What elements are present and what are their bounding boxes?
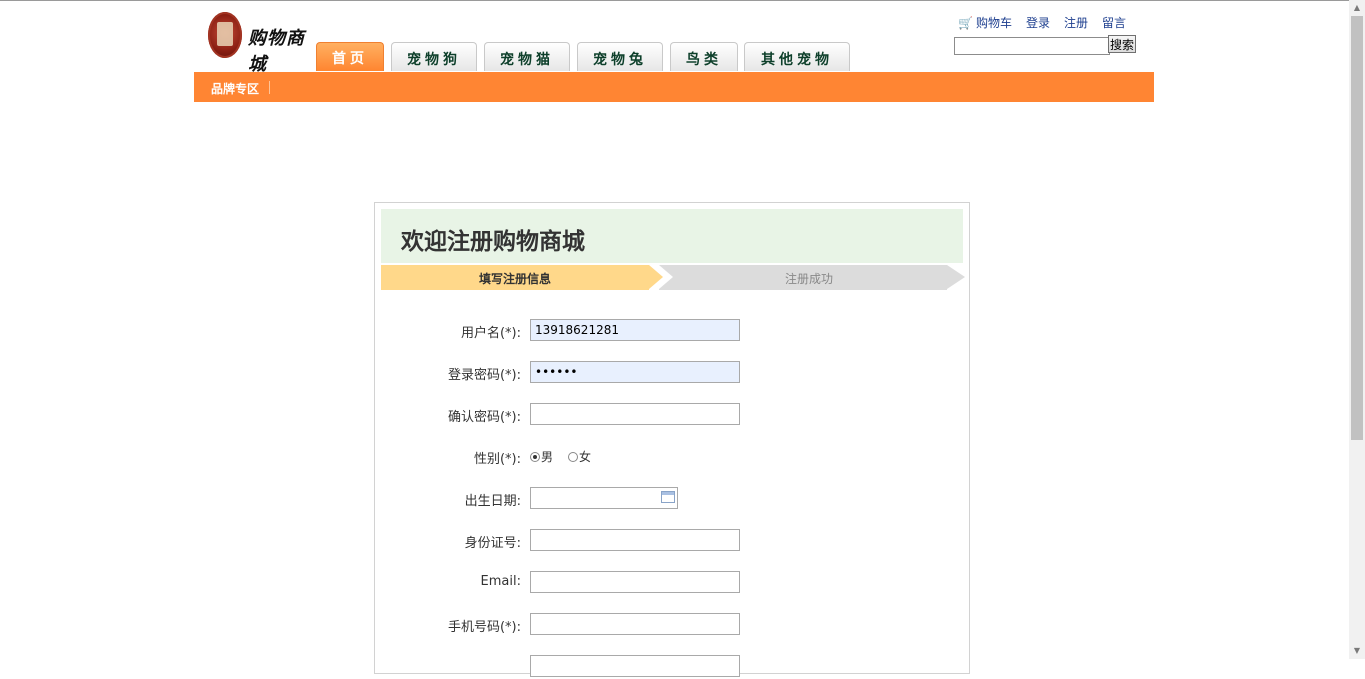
search-input[interactable] (954, 37, 1110, 55)
step-arrow (649, 265, 663, 289)
page-title: 欢迎注册购物商城 (401, 229, 585, 255)
tab-rabbits[interactable]: 宠物兔 (577, 42, 663, 71)
phone-input[interactable] (530, 613, 740, 635)
next-field-input[interactable] (530, 655, 740, 677)
brand-zone-link[interactable]: 品牌专区 (211, 80, 259, 97)
birthdate-input[interactable] (530, 487, 678, 509)
confirm-password-row: 确认密码(*): (375, 403, 969, 427)
password-label: 登录密码(*): (447, 368, 521, 383)
birthdate-label: 出生日期: (464, 494, 521, 509)
email-input[interactable] (530, 571, 740, 593)
tab-birds[interactable]: 鸟类 (670, 42, 738, 71)
tab-home[interactable]: 首页 (316, 42, 384, 71)
step-fill-info: 填写注册信息 (381, 265, 649, 290)
panel-header: 欢迎注册购物商城 (381, 209, 963, 263)
birthdate-row: 出生日期: (375, 487, 969, 511)
progress-steps: 注册成功 填写注册信息 (381, 265, 965, 290)
gender-male-radio[interactable]: 男 (530, 448, 553, 465)
logo-text: 购物商城 (248, 28, 305, 75)
tab-cats[interactable]: 宠物猫 (484, 42, 570, 71)
window-top-border (0, 0, 1349, 1)
email-row: Email: (375, 571, 969, 595)
scroll-down-icon[interactable]: ▼ (1349, 643, 1365, 659)
gender-row: 性别(*): 男 女 (375, 445, 969, 469)
confirm-password-input[interactable] (530, 403, 740, 425)
logo-seal-icon (208, 12, 242, 58)
idcard-input[interactable] (530, 529, 740, 551)
vertical-scrollbar[interactable]: ▲ ▼ (1349, 0, 1365, 659)
step-arrow (947, 265, 965, 289)
username-input[interactable] (530, 319, 740, 341)
step-fill-info-label: 填写注册信息 (479, 272, 552, 286)
phone-label: 手机号码(*): (447, 620, 521, 635)
radio-unchecked-icon (568, 452, 578, 462)
gender-label: 性别(*): (473, 452, 521, 467)
register-link[interactable]: 注册 (1064, 16, 1088, 30)
password-input[interactable] (530, 361, 740, 383)
step-success: 注册成功 (659, 265, 947, 290)
scrollbar-thumb[interactable] (1351, 16, 1363, 440)
sub-nav-bar: 品牌专区 (194, 72, 1154, 102)
step-success-label: 注册成功 (785, 272, 834, 286)
email-label: Email: (480, 574, 521, 589)
username-label: 用户名(*): (460, 326, 521, 341)
login-link[interactable]: 登录 (1026, 16, 1050, 30)
register-panel: 欢迎注册购物商城 注册成功 填写注册信息 用户名(*): 登录密码(*): 确认… (374, 202, 970, 677)
divider (269, 81, 270, 94)
message-link[interactable]: 留言 (1102, 16, 1126, 30)
idcard-label: 身份证号: (464, 536, 521, 551)
tab-dogs[interactable]: 宠物狗 (391, 42, 477, 71)
cart-icon: 🛒 (958, 16, 973, 30)
idcard-row: 身份证号: (375, 529, 969, 553)
site-logo[interactable]: 购物商城 (208, 12, 312, 75)
username-row: 用户名(*): (375, 319, 969, 343)
cart-link[interactable]: 🛒 购物车 (958, 16, 1012, 30)
search-button[interactable]: 搜索 (1108, 35, 1136, 53)
calendar-icon[interactable] (661, 491, 675, 503)
phone-row: 手机号码(*): (375, 613, 969, 637)
gender-female-radio[interactable]: 女 (568, 448, 591, 465)
scroll-up-icon[interactable]: ▲ (1349, 0, 1365, 16)
radio-checked-icon (530, 452, 540, 462)
password-row: 登录密码(*): (375, 361, 969, 385)
top-links: 🛒 购物车 登录 注册 留言 (958, 14, 1126, 31)
confirm-password-label: 确认密码(*): (447, 410, 521, 425)
tab-other-pets[interactable]: 其他宠物 (744, 42, 850, 71)
